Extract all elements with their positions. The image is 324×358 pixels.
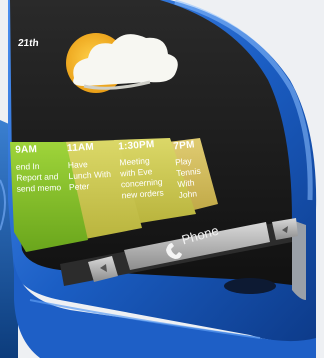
card-time: 9AM [15,144,38,156]
card-9am[interactable]: 9AM end In Report and send memo [15,143,61,195]
phone-photo-scene: 21th 9AM end In Report and send memo 11A… [0,0,324,358]
date-label: 21th [17,38,40,49]
card-note-line: send memo [16,182,62,194]
card-time: 11AM [66,141,95,155]
card-note-line: Peter [68,181,90,193]
card-note-line: Lunch With [68,168,112,182]
speaker-slot [224,278,276,294]
card-11am[interactable]: 11AM Have Lunch With Peter [67,141,112,193]
card-time: 7PM [172,139,196,153]
card-130pm[interactable]: 1:30PM Meeting with Eve concerning new o… [118,139,164,202]
card-time: 1:30PM [117,139,155,153]
